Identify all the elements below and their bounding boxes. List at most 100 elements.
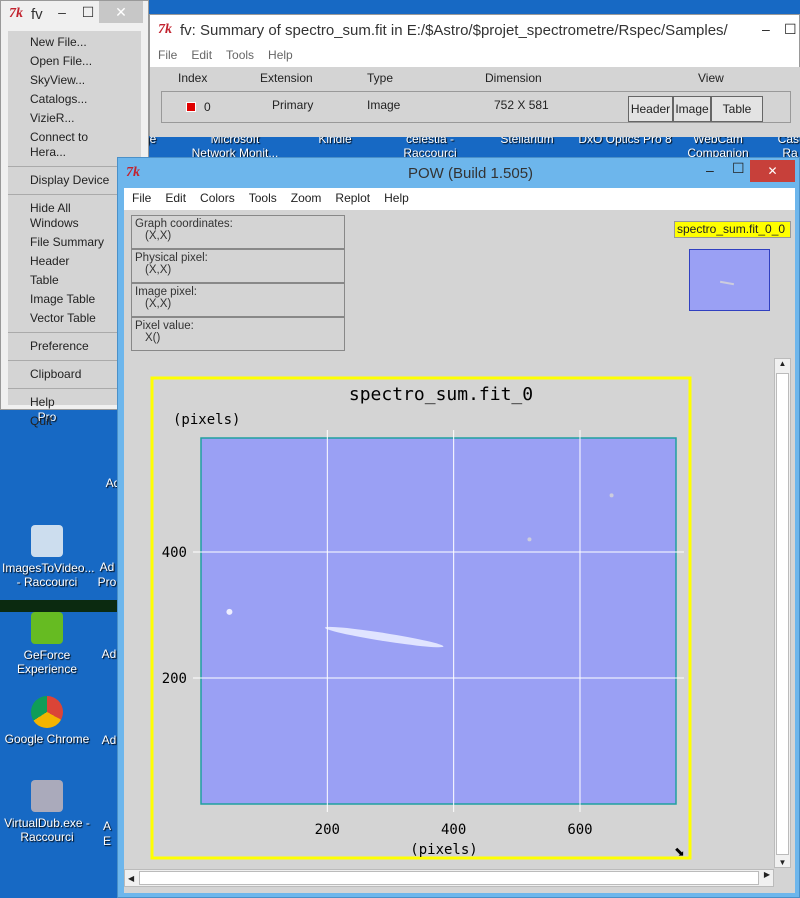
menu-help[interactable]: Help: [268, 48, 293, 62]
y-axis-label: (pixels): [173, 412, 240, 428]
thumbnail-image[interactable]: [689, 249, 770, 311]
window-title: POW (Build 1.505): [408, 164, 534, 182]
app-icon: [31, 525, 63, 557]
info-value: X(): [145, 332, 161, 344]
icon-label: ImagesToVideo... - Raccourci: [2, 561, 95, 589]
pow-window: 7k POW (Build 1.505) – ☐ ✕ File Edit Colors…: [117, 157, 800, 898]
virtualdub-icon: [31, 780, 63, 812]
scroll-right-icon[interactable]: ▶: [764, 870, 770, 879]
plot-title: spectro_sum.fit_0: [349, 384, 533, 405]
close-button[interactable]: ✕: [99, 1, 143, 23]
table-row: 0 Primary Image 752 X 581 Header Image T…: [161, 91, 791, 123]
scroll-left-icon[interactable]: ◀: [125, 874, 134, 883]
menu-help[interactable]: Help: [384, 191, 409, 207]
x-tick-label: 600: [567, 822, 592, 838]
window-title: fv: Summary of spectro_sum.fit in E:/$As…: [180, 21, 728, 39]
vertical-scrollbar[interactable]: ▲ ▼: [774, 358, 791, 868]
row-extension: Primary: [272, 98, 314, 112]
plot-canvas[interactable]: 200 400 600 200 400 spectro_sum.fit_0 (pixels)…: [124, 358, 774, 868]
summary-window: 7k fv: Summary of spectro_sum.fit in E:/$…: [149, 14, 800, 137]
select-marker[interactable]: [186, 102, 196, 112]
info-box: Image pixel: (X,X): [131, 283, 345, 317]
window-title: fv: [31, 5, 43, 23]
info-label: Pixel value:: [135, 320, 194, 332]
thumbnail-label[interactable]: spectro_sum.fit_0_0: [674, 221, 791, 238]
pow-client: File Edit Colors Tools Zoom Replot Help Graph …: [124, 188, 795, 893]
star-spot: [527, 537, 532, 542]
fits-image: [200, 437, 677, 805]
tk-icon: 7k: [158, 22, 172, 37]
maximize-button[interactable]: ☐: [784, 21, 797, 38]
header-button[interactable]: Header: [628, 96, 673, 122]
menu-item[interactable]: New File...: [8, 33, 141, 52]
tk-icon: 7k: [126, 165, 140, 180]
y-tick-label: 400: [162, 545, 187, 561]
col-view: View: [698, 71, 724, 85]
scroll-down-icon[interactable]: ▼: [775, 858, 790, 867]
partial-desktop-label: A E: [102, 819, 111, 848]
table-button[interactable]: Table: [711, 96, 763, 122]
desktop-icon-geforce[interactable]: GeForce Experience: [2, 612, 92, 676]
desktop-icon-chrome[interactable]: Google Chrome: [2, 696, 92, 746]
icon-label: VirtualDub.exe - Raccourci: [4, 816, 90, 844]
menu-tools[interactable]: Tools: [226, 48, 254, 62]
star-spot: [226, 608, 233, 615]
desktop-icon-imagestovideo[interactable]: ImagesToVideo... - Raccourci: [2, 525, 95, 589]
menu-file[interactable]: File: [158, 48, 177, 62]
menu-item[interactable]: SkyView...: [8, 71, 141, 90]
chrome-icon: [31, 696, 63, 728]
menu-zoom[interactable]: Zoom: [291, 191, 322, 207]
summary-titlebar[interactable]: 7k fv: Summary of spectro_sum.fit in E:/$…: [150, 15, 799, 45]
info-label: Physical pixel:: [135, 252, 208, 264]
info-label: Graph coordinates:: [135, 218, 233, 230]
close-button[interactable]: ✕: [750, 160, 795, 182]
image-button[interactable]: Image: [673, 96, 711, 122]
menu-edit[interactable]: Edit: [165, 191, 186, 207]
horizontal-scrollbar[interactable]: ◀ ▶: [124, 869, 774, 887]
summary-table: Index Extension Type Dimension View 0 Pr…: [150, 67, 800, 137]
minimize-button[interactable]: –: [762, 21, 770, 37]
maximize-button[interactable]: ☐: [732, 160, 745, 177]
menu-item[interactable]: VizieR...: [8, 109, 141, 128]
x-tick-label: 400: [441, 822, 466, 838]
scroll-thumb[interactable]: [139, 871, 759, 885]
resize-handle-icon: ⬊: [674, 844, 685, 859]
info-label: Image pixel:: [135, 286, 198, 298]
desktop-band: [0, 600, 120, 612]
pow-titlebar[interactable]: 7k POW (Build 1.505): [118, 158, 799, 188]
info-value: (X,X): [145, 230, 172, 242]
row-type: Image: [367, 98, 401, 112]
info-value: (X,X): [145, 298, 172, 310]
row-dimension: 752 X 581: [494, 98, 549, 112]
info-value: (X,X): [145, 264, 172, 276]
summary-menubar: File Edit Tools Help: [150, 45, 799, 65]
x-tick-label: 200: [315, 822, 340, 838]
col-index: Index: [178, 71, 208, 85]
tk-icon: 7k: [9, 6, 23, 21]
menu-file[interactable]: File: [132, 191, 151, 207]
nvidia-icon: [31, 612, 63, 644]
x-axis-label: (pixels): [410, 842, 477, 858]
desktop-icon-virtualdub[interactable]: VirtualDub.exe - Raccourci: [2, 780, 92, 844]
col-type: Type: [367, 71, 394, 85]
y-tick-label: 200: [162, 671, 187, 687]
menu-item[interactable]: Catalogs...: [8, 90, 141, 109]
info-panel: Graph coordinates: (X,X) Physical pixel: (X…: [131, 215, 345, 351]
minimize-button[interactable]: –: [706, 162, 714, 178]
menu-tools[interactable]: Tools: [249, 191, 277, 207]
icon-label: Google Chrome: [4, 732, 90, 746]
menu-edit[interactable]: Edit: [191, 48, 212, 62]
scroll-up-icon[interactable]: ▲: [775, 359, 790, 368]
info-box: Pixel value: X(): [131, 317, 345, 351]
col-extension: Extension: [260, 71, 313, 85]
row-index: 0: [204, 100, 211, 114]
menu-item[interactable]: Open File...: [8, 52, 141, 71]
col-dimension: Dimension: [485, 71, 542, 85]
info-box: Physical pixel: (X,X): [131, 249, 345, 283]
menu-colors[interactable]: Colors: [200, 191, 235, 207]
scroll-thumb[interactable]: [776, 373, 789, 855]
info-box: Graph coordinates: (X,X): [131, 215, 345, 249]
menu-replot[interactable]: Replot: [335, 191, 370, 207]
icon-label: GeForce Experience: [16, 648, 78, 676]
star-spot: [609, 493, 614, 498]
